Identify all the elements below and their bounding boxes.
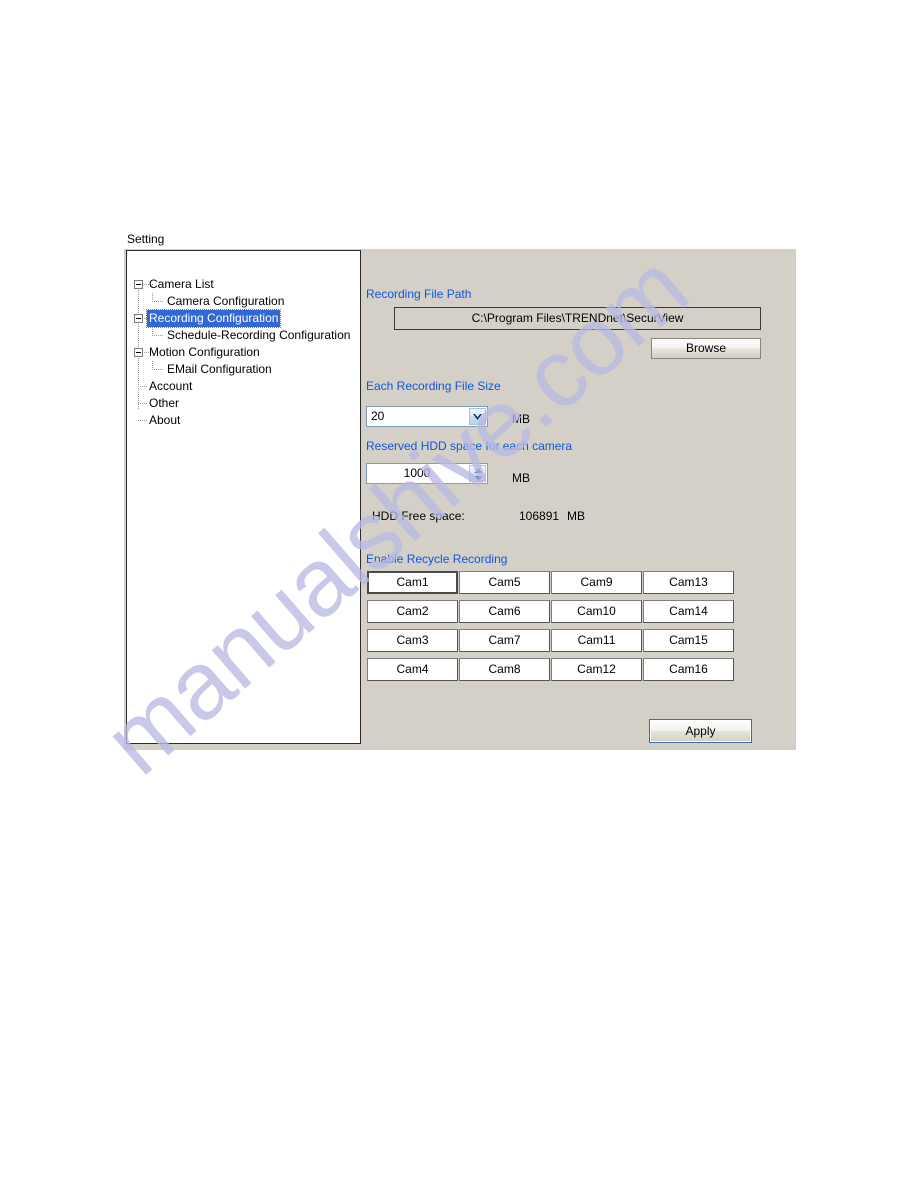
tree-connector-line [138, 420, 147, 421]
apply-button[interactable]: Apply [649, 719, 752, 743]
tree-item-label: Recording Configuration [145, 309, 282, 328]
file-size-value: 20 [371, 409, 385, 423]
tree-item-camera-configuration[interactable]: Camera Configuration [134, 293, 359, 310]
camera-toggle-cam11[interactable]: Cam11 [551, 629, 642, 652]
camera-toggle-cam4[interactable]: Cam4 [367, 658, 458, 681]
camera-toggle-cam14[interactable]: Cam14 [643, 600, 734, 623]
tree-item-other[interactable]: Other [134, 395, 359, 412]
browse-button[interactable]: Browse [651, 338, 761, 359]
camera-toggle-cam8[interactable]: Cam8 [459, 658, 550, 681]
hdd-free-space-label: HDD Free space: [372, 509, 465, 523]
each-recording-file-size-label: Each Recording File Size [366, 379, 501, 393]
tree-item-label: Camera Configuration [167, 294, 285, 308]
tree-item-label: Account [149, 379, 193, 393]
file-size-select[interactable]: 20 [366, 406, 488, 427]
camera-recycle-grid: Cam1 Cam2 Cam3 Cam4 Cam5 Cam6 Cam7 Cam8 Cam9 Cam1… [367, 571, 767, 691]
chevron-down-icon[interactable] [469, 408, 486, 425]
tree-item-label: Other [149, 396, 180, 410]
enable-recycle-recording-label: Enable Recycle Recording [366, 552, 508, 566]
hdd-free-space-value: 106891 [519, 509, 560, 523]
tree-item-label: EMail Configuration [167, 362, 272, 376]
dialog-body: Camera List Camera Configuration Recording… [124, 249, 796, 750]
tree-connector-line [152, 335, 163, 336]
camera-toggle-cam9[interactable]: Cam9 [551, 571, 642, 594]
hdd-free-space-unit: MB [567, 509, 585, 523]
settings-tree[interactable]: Camera List Camera Configuration Recording… [134, 276, 359, 429]
file-size-unit: MB [512, 412, 530, 426]
camera-toggle-cam5[interactable]: Cam5 [459, 571, 550, 594]
tree-connector-line [152, 301, 163, 302]
camera-toggle-cam15[interactable]: Cam15 [643, 629, 734, 652]
spinner-arrows-icon[interactable] [469, 465, 486, 482]
camera-toggle-cam12[interactable]: Cam12 [551, 658, 642, 681]
camera-toggle-cam6[interactable]: Cam6 [459, 600, 550, 623]
tree-connector-line [138, 386, 147, 387]
recording-configuration-pane: Recording File Path C:\Program Files\TRE… [364, 249, 796, 750]
tree-connector-line [152, 369, 163, 370]
reserved-space-stepper[interactable]: 1000 [366, 463, 488, 484]
tree-expander-minus-icon[interactable] [134, 280, 143, 289]
camera-toggle-cam2[interactable]: Cam2 [367, 600, 458, 623]
dialog-title: Setting [127, 232, 165, 246]
tree-item-about[interactable]: About [134, 412, 359, 429]
recording-file-path-value: C:\Program Files\TRENDnet\SecurView [394, 307, 761, 330]
tree-item-label: Camera List [149, 277, 214, 291]
tree-item-camera-list[interactable]: Camera List [134, 276, 359, 293]
tree-item-motion-configuration[interactable]: Motion Configuration [134, 344, 359, 361]
camera-toggle-cam1[interactable]: Cam1 [367, 571, 458, 594]
camera-toggle-cam7[interactable]: Cam7 [459, 629, 550, 652]
settings-tree-panel[interactable]: Camera List Camera Configuration Recording… [126, 250, 361, 744]
setting-dialog: Setting Camera List Camera Configuration R… [124, 232, 796, 750]
camera-toggle-cam10[interactable]: Cam10 [551, 600, 642, 623]
tree-item-email-configuration[interactable]: EMail Configuration [134, 361, 359, 378]
tree-item-label: About [149, 413, 181, 427]
camera-toggle-cam16[interactable]: Cam16 [643, 658, 734, 681]
reserved-space-unit: MB [512, 471, 530, 485]
tree-expander-minus-icon[interactable] [134, 314, 143, 323]
tree-item-account[interactable]: Account [134, 378, 359, 395]
tree-item-label: Schedule-Recording Configuration [167, 328, 351, 342]
tree-expander-minus-icon[interactable] [134, 348, 143, 357]
tree-item-schedule-recording-configuration[interactable]: Schedule-Recording Configuration [134, 327, 359, 344]
camera-toggle-cam3[interactable]: Cam3 [367, 629, 458, 652]
tree-item-label: Motion Configuration [149, 345, 260, 359]
tree-connector-line [138, 403, 147, 404]
reserved-hdd-space-label: Reserved HDD space for each camera [366, 439, 573, 453]
camera-toggle-cam13[interactable]: Cam13 [643, 571, 734, 594]
recording-file-path-label: Recording File Path [366, 287, 472, 301]
tree-item-recording-configuration[interactable]: Recording Configuration [134, 309, 359, 328]
reserved-space-value: 1000 [403, 466, 431, 480]
